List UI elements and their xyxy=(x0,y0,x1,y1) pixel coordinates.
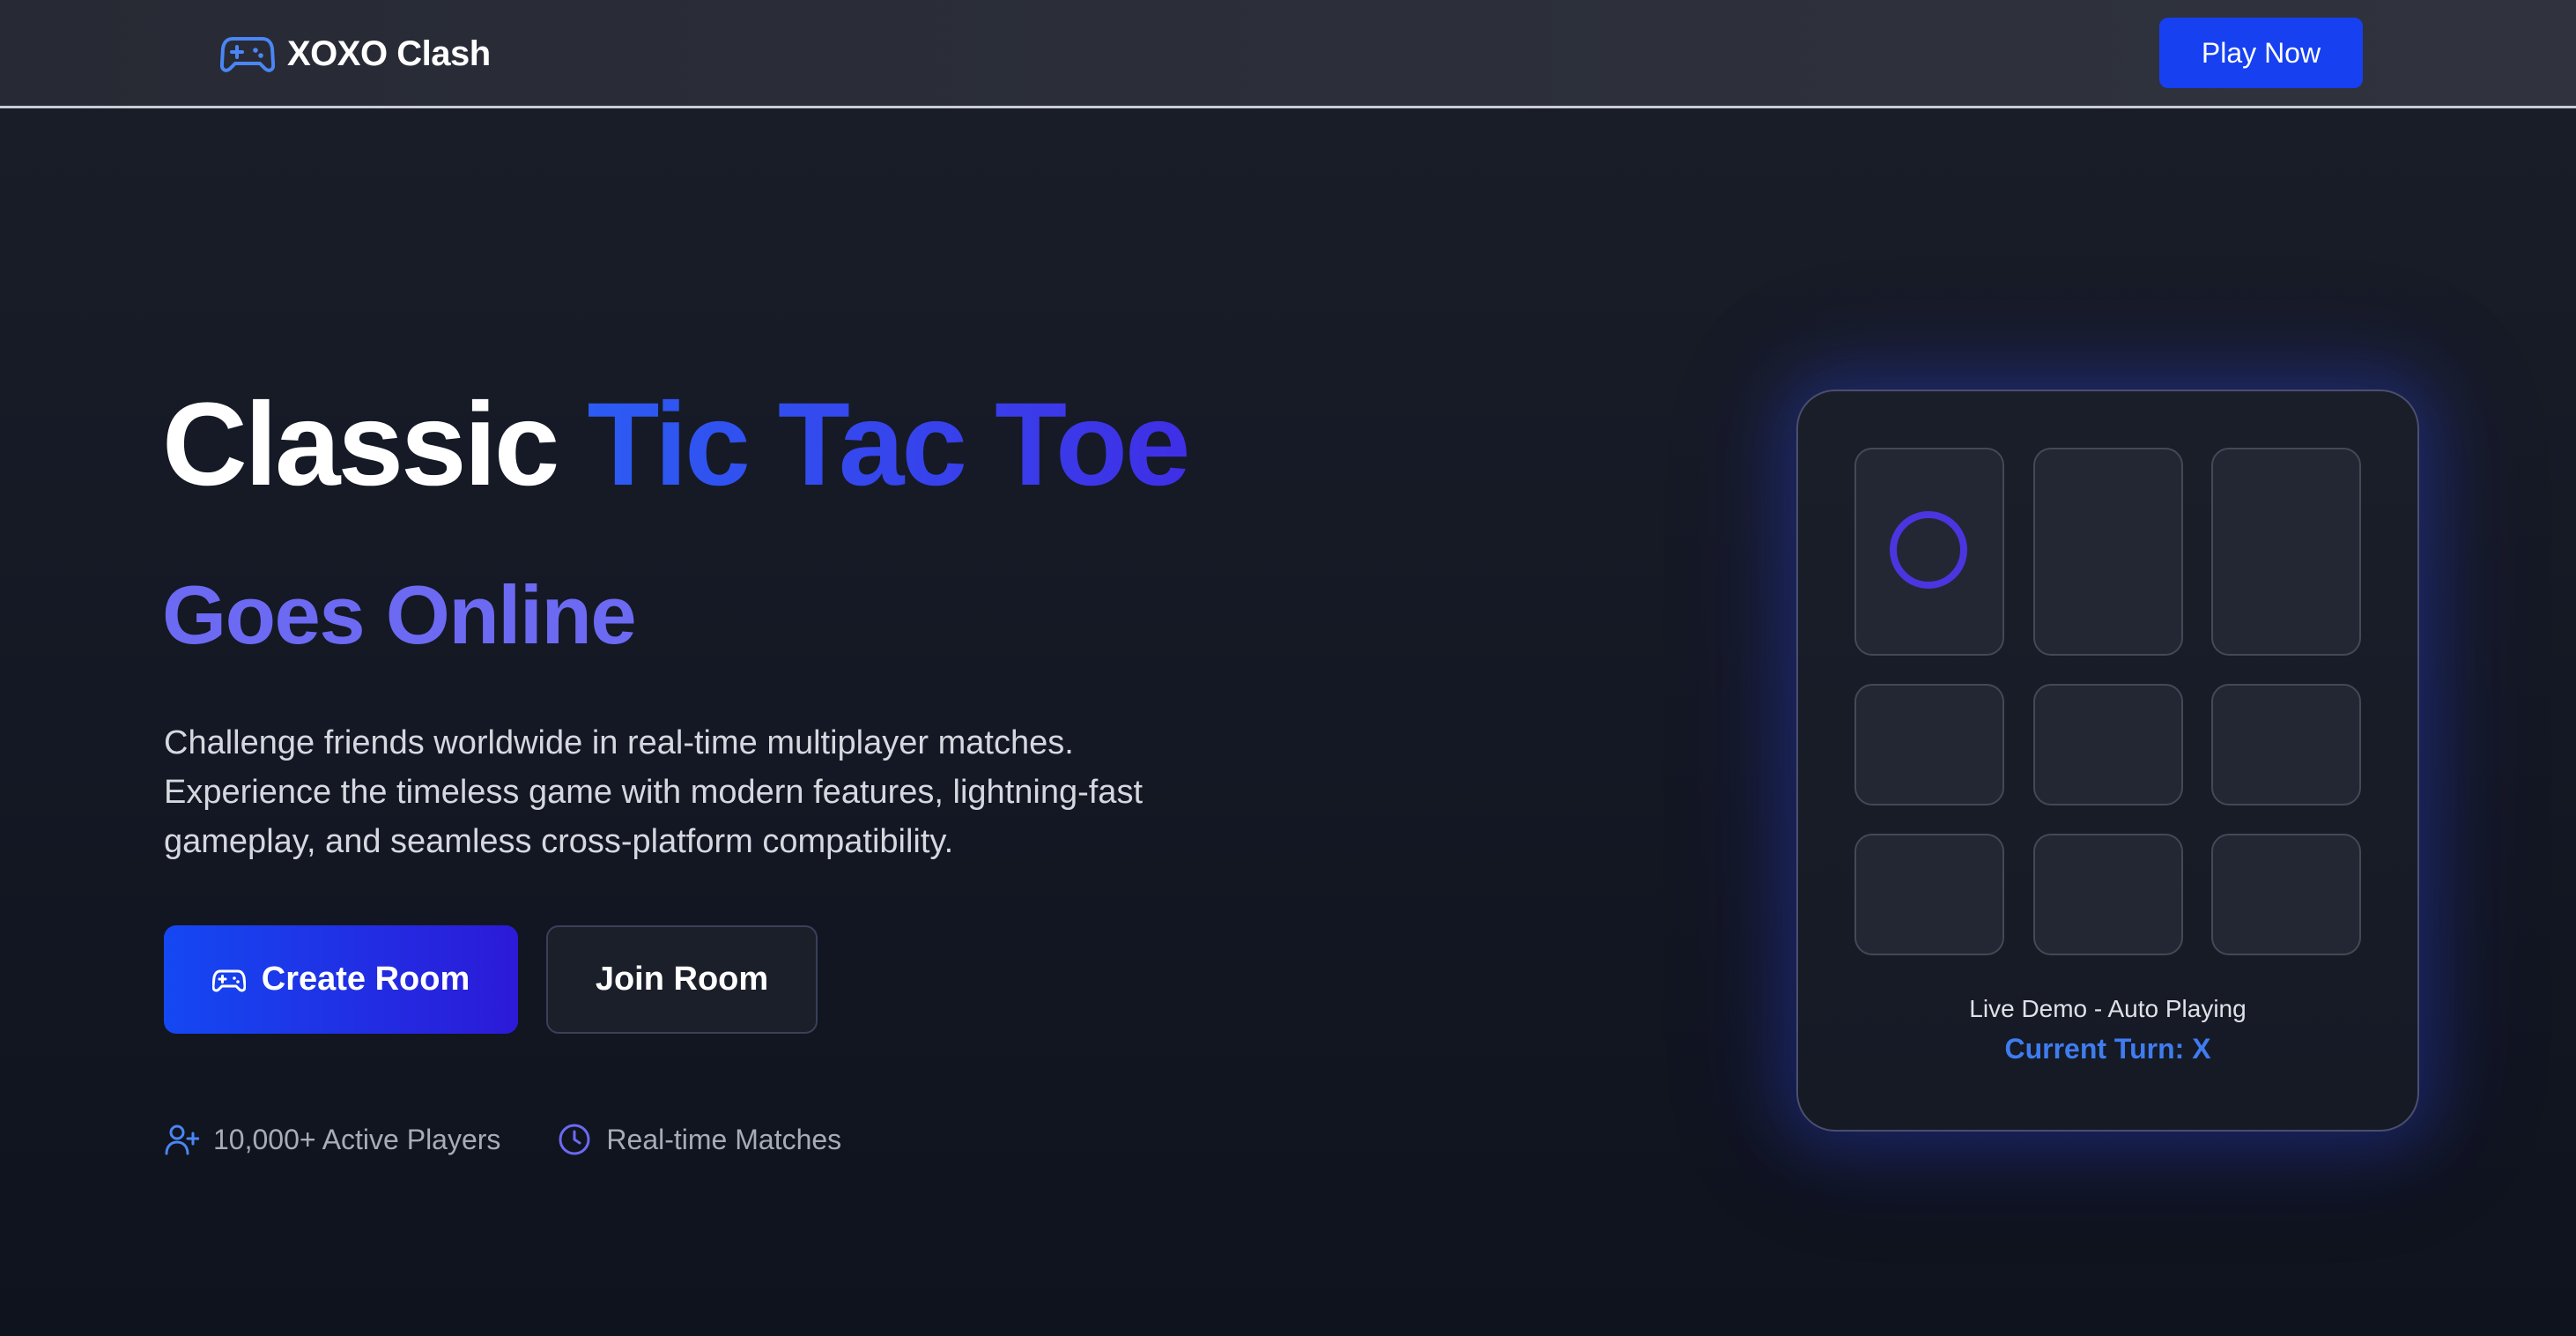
board-cell[interactable] xyxy=(2033,834,2183,955)
board-cell[interactable] xyxy=(1854,684,2004,805)
board-cell[interactable] xyxy=(2211,834,2361,955)
hero-subtitle: Goes Online xyxy=(162,568,637,661)
user-plus-icon xyxy=(164,1122,199,1157)
create-room-label: Create Room xyxy=(261,961,470,998)
stat-label: Real-time Matches xyxy=(606,1123,842,1155)
brand-logo[interactable]: XOXO Clash xyxy=(220,27,491,80)
play-now-button[interactable]: Play Now xyxy=(2159,18,2363,88)
join-room-button[interactable]: Join Room xyxy=(546,925,818,1034)
hero-description-line: Experience the timeless game with modern… xyxy=(164,774,1143,811)
demo-board-card: Live Demo - Auto Playing Current Turn: X xyxy=(1796,390,2419,1132)
demo-status-label: Live Demo - Auto Playing xyxy=(1969,995,2247,1022)
stat-label: 10,000+ Active Players xyxy=(213,1123,501,1155)
top-navbar: XOXO Clash Play Now xyxy=(0,0,2576,108)
board-cell[interactable] xyxy=(2211,684,2361,805)
hero-description-line: Challenge friends worldwide in real-time… xyxy=(164,724,1074,761)
hero-title-accent: Tic Tac Toe xyxy=(587,379,1191,510)
board-cell[interactable] xyxy=(1854,834,2004,955)
gamepad-icon xyxy=(220,32,275,76)
board-cell[interactable] xyxy=(2033,684,2183,805)
stat-realtime-matches: Real-time Matches xyxy=(557,1122,841,1157)
board-cell[interactable] xyxy=(2033,448,2183,656)
create-room-button[interactable]: Create Room xyxy=(164,925,518,1034)
current-turn-label: Current Turn: X xyxy=(2004,1033,2211,1065)
o-mark-icon xyxy=(1890,511,1967,589)
clock-icon xyxy=(557,1122,592,1157)
brand-name: XOXO Clash xyxy=(287,33,491,73)
hero-description: Challenge friends worldwide in real-time… xyxy=(164,718,1397,866)
board-cell[interactable] xyxy=(1854,448,2004,656)
join-room-label: Join Room xyxy=(595,961,769,998)
gamepad-icon xyxy=(211,967,246,993)
hero-stats: 10,000+ Active Players Real-time Matches xyxy=(164,1117,841,1162)
board-cell[interactable] xyxy=(2211,448,2361,656)
hero-description-line: gameplay, and seamless cross-platform co… xyxy=(164,823,954,860)
hero-title: Classic Tic Tac Toe xyxy=(162,370,1191,520)
hero-title-plain: Classic xyxy=(162,379,559,510)
stat-active-players: 10,000+ Active Players xyxy=(164,1122,500,1157)
